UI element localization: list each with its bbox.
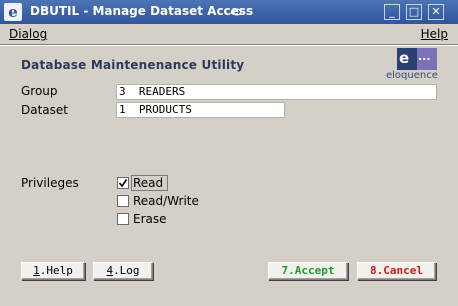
cancel-button[interactable]: 8.Cancel xyxy=(357,262,436,280)
close-button[interactable]: ✕ xyxy=(428,4,444,20)
help-button-label: .Help xyxy=(39,264,73,277)
logo-text: eloquence xyxy=(386,70,438,81)
log-button-label: .Log xyxy=(113,264,140,277)
group-field[interactable]: 3 READERS xyxy=(116,84,437,100)
title-bar[interactable]: e DBUTIL - Manage Dataset Access _ □ ✕ xyxy=(0,0,458,24)
eloquence-app-icon[interactable]: e xyxy=(4,3,22,21)
menu-dialog[interactable]: Dialog xyxy=(9,27,47,41)
menu-help-label: Help xyxy=(420,27,448,41)
readwrite-checkbox-box[interactable] xyxy=(117,195,129,207)
menu-dialog-label: Dialog xyxy=(9,27,48,41)
help-hotkey: 1 xyxy=(33,264,40,277)
dataset-field[interactable]: 1 PRODUCTS xyxy=(116,102,285,118)
readwrite-label: Read/Write xyxy=(133,194,199,208)
logo-letter: e xyxy=(399,49,410,67)
dataset-label: Dataset xyxy=(21,103,68,117)
window-title: DBUTIL - Manage Dataset Access xyxy=(30,4,254,18)
swirl-icon xyxy=(230,8,242,16)
log-button[interactable]: 4.Log xyxy=(93,262,153,280)
dialog-content: Database Maintenenance Utility e ... elo… xyxy=(0,46,458,306)
maximize-button[interactable]: □ xyxy=(406,4,422,20)
privileges-label: Privileges xyxy=(21,176,79,190)
help-button[interactable]: 1.Help xyxy=(21,262,85,280)
group-label: Group xyxy=(21,84,58,98)
read-label: Read xyxy=(133,176,164,190)
minimize-button[interactable]: _ xyxy=(384,4,400,20)
menu-bar: Dialog Help xyxy=(0,24,458,44)
logo-dots: ... xyxy=(418,50,431,63)
read-checkbox-box[interactable] xyxy=(117,177,129,189)
erase-checkbox-box[interactable] xyxy=(117,213,129,225)
dbutil-window: e DBUTIL - Manage Dataset Access _ □ ✕ D… xyxy=(0,0,458,306)
eloquence-logo: e ... eloquence xyxy=(384,48,440,82)
erase-label: Erase xyxy=(133,212,167,226)
accept-button[interactable]: 7.Accept xyxy=(268,262,348,280)
page-title: Database Maintenenance Utility xyxy=(21,58,245,72)
menu-help[interactable]: Help xyxy=(421,27,448,41)
checkmark-icon xyxy=(118,179,128,188)
